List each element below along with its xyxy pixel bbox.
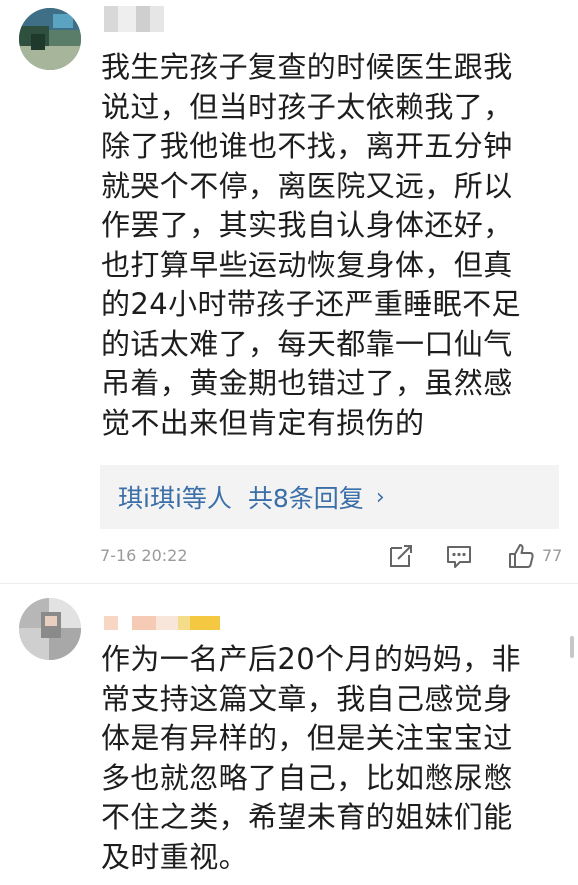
username[interactable] bbox=[104, 610, 222, 636]
username-blur bbox=[156, 616, 178, 630]
username-blur bbox=[104, 6, 118, 32]
avatar[interactable] bbox=[19, 8, 81, 70]
chevron-right-icon: › bbox=[375, 484, 385, 510]
thumbs-up-icon[interactable] bbox=[507, 542, 535, 570]
avatar-image bbox=[19, 598, 81, 660]
like-count: 77 bbox=[542, 546, 563, 565]
scrollbar[interactable] bbox=[570, 636, 574, 658]
timestamp: 7-16 20:22 bbox=[100, 546, 188, 565]
username-blur bbox=[136, 6, 150, 32]
avatar-image bbox=[19, 8, 81, 70]
username[interactable] bbox=[104, 6, 164, 32]
username-blur bbox=[132, 616, 156, 630]
avatar[interactable] bbox=[19, 598, 81, 660]
username-blur bbox=[104, 616, 118, 630]
share-icon[interactable] bbox=[387, 542, 415, 570]
username-blur bbox=[178, 616, 190, 630]
view-replies-button[interactable]: 琪i琪i等人 共8条回复 › bbox=[100, 465, 559, 529]
comment-icon[interactable] bbox=[445, 542, 473, 570]
username-blur bbox=[118, 6, 136, 32]
reply-count: 共8条回复 bbox=[247, 484, 364, 513]
username-blur bbox=[150, 6, 164, 32]
comment-item: 作为一名产后20个月的妈妈，非 常支持这篇文章，我自己感觉身 体是有异样的，但是… bbox=[0, 584, 578, 885]
comment-text: 我生完孩子复查的时候医生跟我 说过，但当时孩子太依赖我了， 除了我他谁也不找，离… bbox=[101, 50, 521, 440]
reply-users: 琪i琪i等人 bbox=[118, 484, 232, 513]
username-blur bbox=[190, 616, 220, 630]
comment-meta: 7-16 20:22 77 bbox=[100, 538, 562, 574]
comment-item: 我生完孩子复查的时候医生跟我 说过，但当时孩子太依赖我了， 除了我他谁也不找，离… bbox=[0, 0, 578, 583]
comment-text: 作为一名产后20个月的妈妈，非 常支持这篇文章，我自己感觉身 体是有异样的，但是… bbox=[101, 642, 521, 874]
